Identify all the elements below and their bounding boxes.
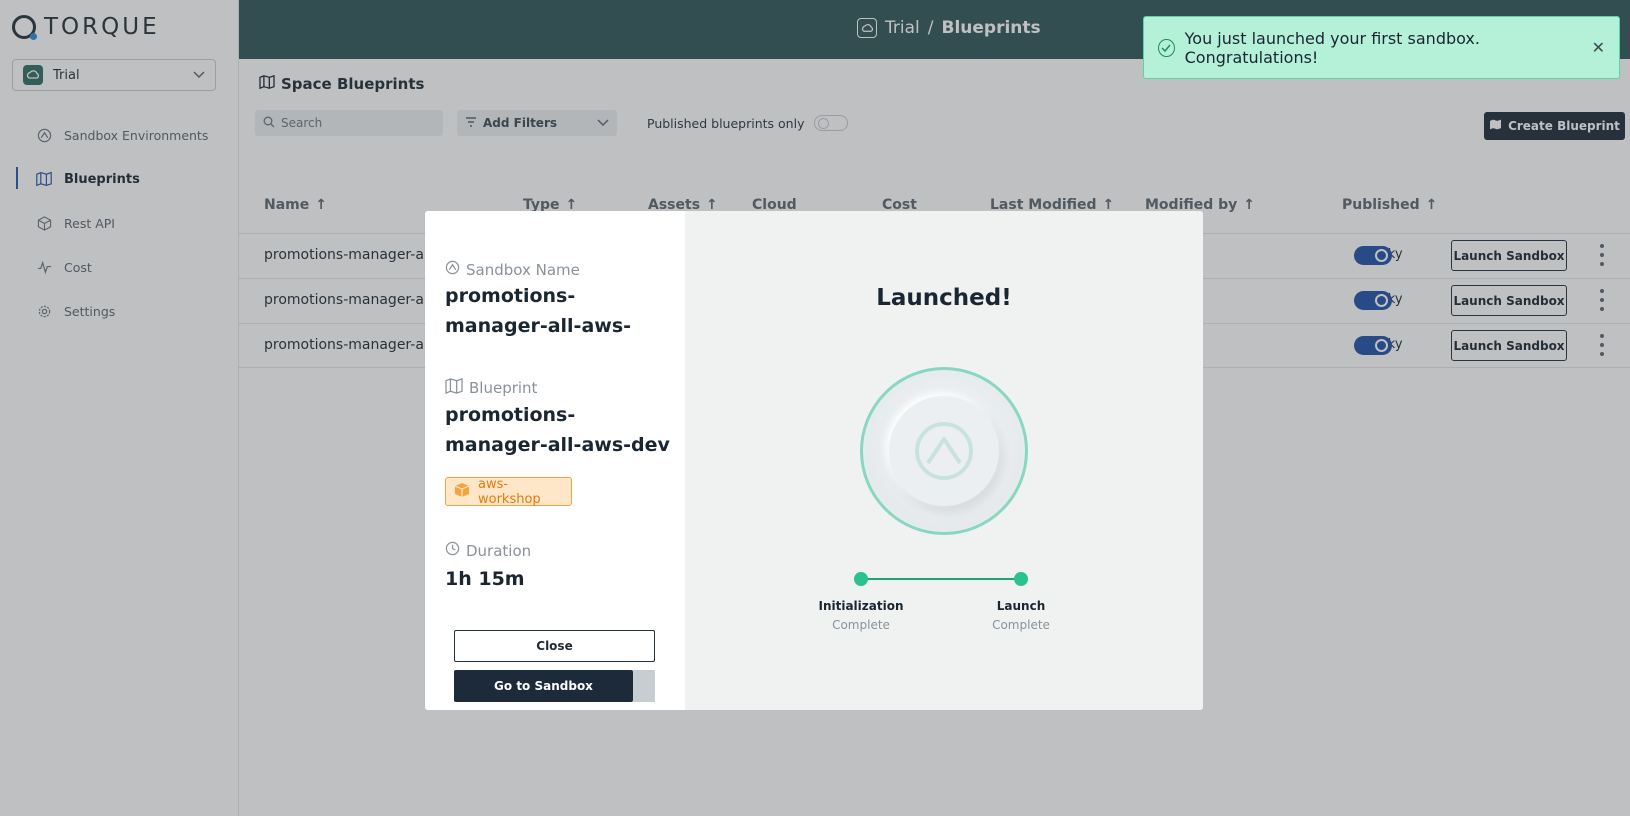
duration-value: 1h 15m: [445, 568, 525, 590]
check-circle-icon: [1158, 38, 1175, 57]
clock-icon: [445, 541, 460, 560]
blueprint-name-value: promotions-manager-all-aws-dev: [445, 404, 670, 456]
field-label-text: Duration: [466, 541, 532, 560]
close-icon[interactable]: ✕: [1592, 38, 1605, 57]
launch-status-panel: Launched! Initialization Complete Launch…: [685, 211, 1203, 710]
torque-sandbox-icon: [889, 396, 999, 506]
sandbox-name-label: Sandbox Name: [445, 260, 580, 279]
map-icon: [445, 378, 463, 398]
progress-line: [861, 578, 1021, 580]
sandbox-icon: [445, 260, 460, 279]
repository-tag-label: aws-workshop: [478, 476, 541, 507]
step-dot-initialization: [854, 572, 868, 586]
step-dot-launch: [1014, 572, 1028, 586]
blueprint-label: Blueprint: [445, 378, 537, 398]
sandbox-name-value: promotions-manager-all-aws-: [445, 285, 632, 337]
success-toast: You just launched your first sandbox. Co…: [1143, 16, 1620, 79]
step-label: Launch: [996, 599, 1046, 613]
step-status: Complete: [832, 618, 890, 632]
toast-message: You just launched your first sandbox. Co…: [1184, 28, 1480, 67]
field-label-text: Blueprint: [469, 379, 538, 397]
go-to-sandbox-button[interactable]: Go to Sandbox: [454, 670, 633, 702]
step-label: Initialization: [818, 599, 904, 613]
package-icon: [454, 482, 470, 502]
step-status: Complete: [992, 618, 1050, 632]
field-label-text: Sandbox Name: [466, 260, 580, 279]
duration-label: Duration: [445, 541, 531, 560]
launch-status-title: Launched!: [876, 285, 1012, 311]
go-to-sandbox-split[interactable]: [633, 670, 655, 702]
sandbox-details-panel: Sandbox Name promotions-manager-all-aws-…: [425, 211, 685, 710]
close-button[interactable]: Close: [454, 630, 655, 662]
launch-status-orb: [860, 367, 1028, 535]
sandbox-launched-dialog: Sandbox Name promotions-manager-all-aws-…: [425, 211, 1203, 710]
repository-tag: aws-workshop: [445, 476, 572, 507]
